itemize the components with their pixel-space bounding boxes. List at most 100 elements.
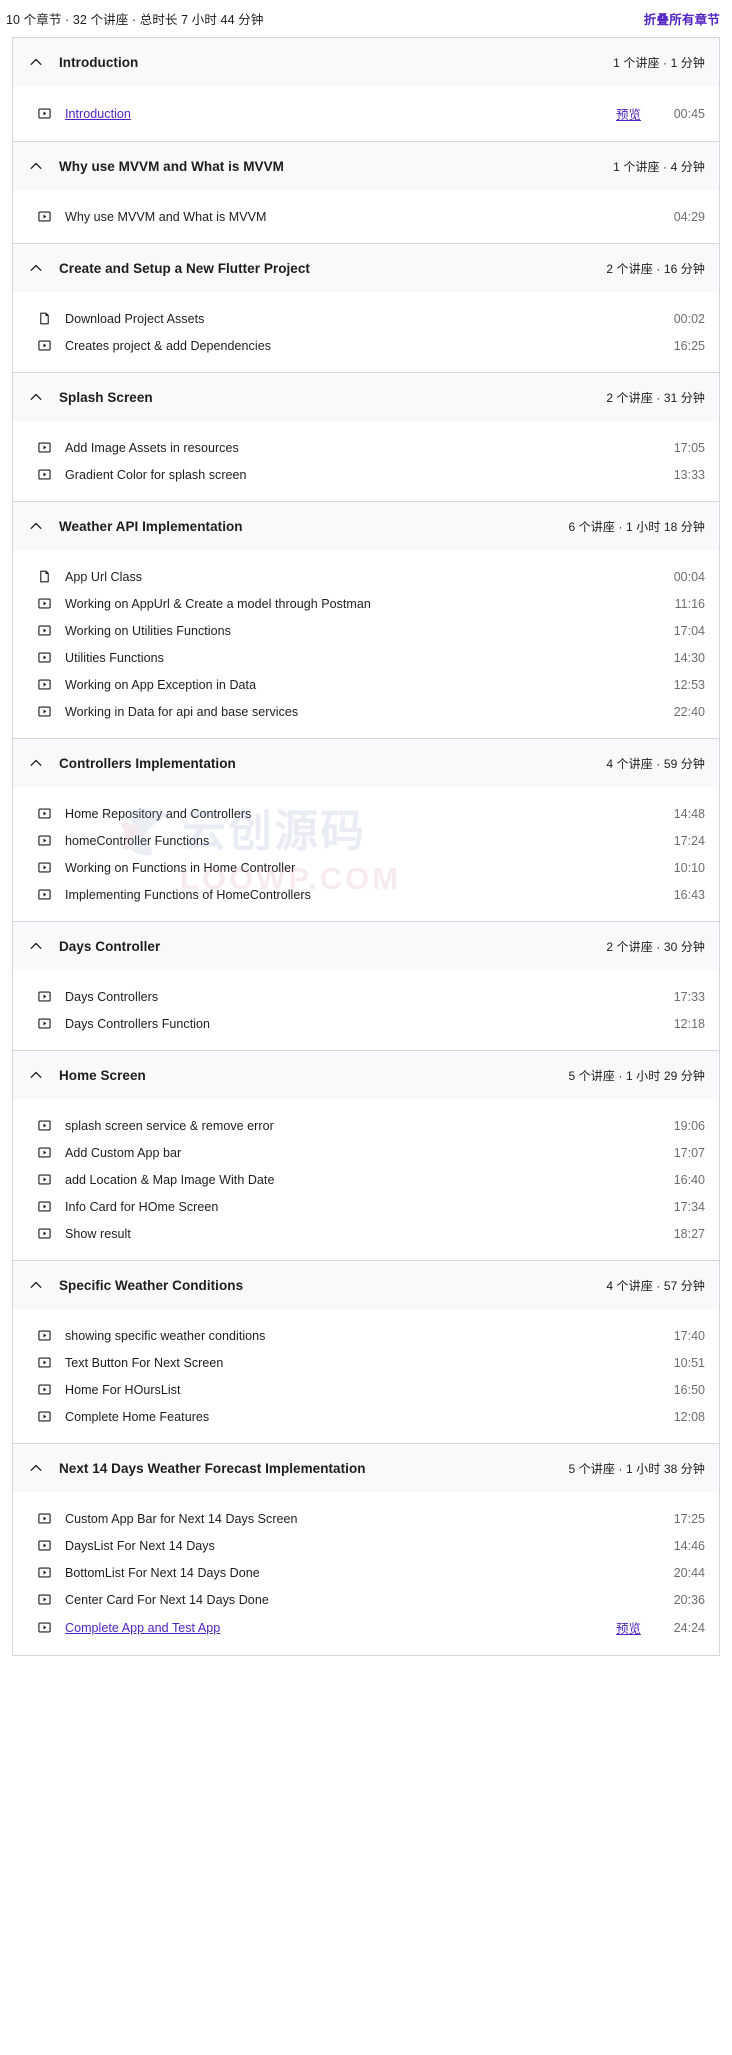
lecture-title: Working on Utilities Functions bbox=[65, 623, 231, 638]
lecture-title: Home For HOursList bbox=[65, 1382, 181, 1397]
lecture-row[interactable]: Why use MVVM and What is MVVM 04:29 bbox=[13, 203, 719, 230]
lecture-title: Implementing Functions of HomeController… bbox=[65, 887, 311, 902]
video-icon bbox=[37, 441, 51, 455]
lecture-row[interactable]: Text Button For Next Screen 10:51 bbox=[13, 1349, 719, 1376]
article-icon bbox=[37, 312, 51, 326]
curriculum-section: Next 14 Days Weather Forecast Implementa… bbox=[13, 1444, 719, 1655]
lecture-title: App Url Class bbox=[65, 569, 143, 584]
lecture-title: Text Button For Next Screen bbox=[65, 1355, 224, 1370]
curriculum-list: Introduction 1 个讲座 · 1 分钟 Introduction 预览 00… bbox=[12, 37, 720, 1656]
lecture-row[interactable]: Working on Functions in Home Controller 1… bbox=[13, 854, 719, 881]
lecture-title: Complete Home Features bbox=[65, 1409, 210, 1424]
lecture-list: Add Image Assets in resources 17:05 Gradie… bbox=[13, 421, 719, 501]
lecture-row[interactable]: Introduction 预览 00:45 bbox=[13, 99, 719, 128]
section-header[interactable]: Home Screen 5 个讲座 · 1 小时 29 分钟 bbox=[13, 1051, 719, 1099]
curriculum-summary-bar: 10 个章节 · 32 个讲座 · 总时长 7 小时 44 分钟 折叠所有章节 bbox=[0, 0, 732, 37]
chevron-up-icon[interactable] bbox=[29, 1461, 43, 1475]
preview-link[interactable]: 预览 bbox=[616, 104, 641, 123]
section-meta: 6 个讲座 · 1 小时 18 分钟 bbox=[568, 519, 705, 534]
section-header[interactable]: Days Controller 2 个讲座 · 30 分钟 bbox=[13, 922, 719, 970]
lecture-row[interactable]: Gradient Color for splash screen 13:33 bbox=[13, 461, 719, 488]
lecture-title: showing specific weather conditions bbox=[65, 1328, 266, 1343]
lecture-row[interactable]: App Url Class 00:04 bbox=[13, 563, 719, 590]
chevron-up-icon[interactable] bbox=[29, 1068, 43, 1082]
lecture-row[interactable]: Show result 18:27 bbox=[13, 1220, 719, 1247]
lecture-list: splash screen service & remove error 19:0… bbox=[13, 1099, 719, 1260]
lecture-list: Introduction 预览 00:45 bbox=[13, 86, 719, 141]
lecture-row[interactable]: Home Repository and Controllers 14:48 bbox=[13, 800, 719, 827]
section-header[interactable]: Specific Weather Conditions 4 个讲座 · 57 分钟 bbox=[13, 1261, 719, 1309]
lecture-duration: 17:24 bbox=[673, 833, 705, 848]
video-icon bbox=[37, 1621, 51, 1635]
lecture-title[interactable]: Complete App and Test App bbox=[65, 1621, 616, 1635]
lecture-title[interactable]: Introduction bbox=[65, 107, 616, 121]
section-title: Why use MVVM and What is MVVM bbox=[59, 158, 284, 174]
lecture-row[interactable]: Working on Utilities Functions 17:04 bbox=[13, 617, 719, 644]
section-header[interactable]: Why use MVVM and What is MVVM 1 个讲座 · 4 分… bbox=[13, 142, 719, 190]
lecture-title: Add Custom App bar bbox=[65, 1145, 182, 1160]
video-icon bbox=[37, 624, 51, 638]
section-header[interactable]: Introduction 1 个讲座 · 1 分钟 bbox=[13, 38, 719, 86]
lecture-duration: 12:08 bbox=[673, 1409, 705, 1424]
lecture-title: Add Image Assets in resources bbox=[65, 440, 239, 455]
lecture-row[interactable]: Add Image Assets in resources 17:05 bbox=[13, 434, 719, 461]
lecture-row[interactable]: showing specific weather conditions 17:40 bbox=[13, 1322, 719, 1349]
curriculum-section: Specific Weather Conditions 4 个讲座 · 57 分钟… bbox=[13, 1261, 719, 1444]
lecture-row[interactable]: Download Project Assets 00:02 bbox=[13, 305, 719, 332]
lecture-row[interactable]: Complete Home Features 12:08 bbox=[13, 1403, 719, 1430]
video-icon bbox=[37, 1383, 51, 1397]
lecture-duration: 14:46 bbox=[673, 1538, 705, 1553]
lecture-row[interactable]: Creates project & add Dependencies 16:25 bbox=[13, 332, 719, 359]
lecture-title: Working in Data for api and base service… bbox=[65, 704, 299, 719]
lecture-row[interactable]: Info Card for HOme Screen 17:34 bbox=[13, 1193, 719, 1220]
lecture-title: Working on AppUrl & Create a model throu… bbox=[65, 596, 371, 611]
chevron-up-icon[interactable] bbox=[29, 756, 43, 770]
lecture-duration: 17:04 bbox=[673, 623, 705, 638]
lecture-duration: 20:36 bbox=[673, 1592, 705, 1607]
lecture-row[interactable]: add Location & Map Image With Date 16:40 bbox=[13, 1166, 719, 1193]
lecture-duration: 00:04 bbox=[673, 569, 705, 584]
chevron-up-icon[interactable] bbox=[29, 519, 43, 533]
chevron-up-icon[interactable] bbox=[29, 1278, 43, 1292]
lecture-row[interactable]: Add Custom App bar 17:07 bbox=[13, 1139, 719, 1166]
lecture-row[interactable]: Custom App Bar for Next 14 Days Screen 17… bbox=[13, 1505, 719, 1532]
lecture-row[interactable]: DaysList For Next 14 Days 14:46 bbox=[13, 1532, 719, 1559]
chevron-up-icon[interactable] bbox=[29, 55, 43, 69]
section-header[interactable]: Weather API Implementation 6 个讲座 · 1 小时 1… bbox=[13, 502, 719, 550]
lecture-duration: 10:51 bbox=[673, 1355, 705, 1370]
lecture-title: Center Card For Next 14 Days Done bbox=[65, 1592, 269, 1607]
lecture-duration: 17:07 bbox=[673, 1145, 705, 1160]
chevron-up-icon[interactable] bbox=[29, 261, 43, 275]
section-title: Splash Screen bbox=[59, 389, 153, 405]
section-header[interactable]: Create and Setup a New Flutter Project 2 … bbox=[13, 244, 719, 292]
section-header[interactable]: Next 14 Days Weather Forecast Implementa… bbox=[13, 1444, 719, 1492]
lecture-row[interactable]: Implementing Functions of HomeController… bbox=[13, 881, 719, 908]
lecture-row[interactable]: BottomList For Next 14 Days Done 20:44 bbox=[13, 1559, 719, 1586]
collapse-all-sections-button[interactable]: 折叠所有章节 bbox=[644, 9, 720, 28]
chevron-up-icon[interactable] bbox=[29, 159, 43, 173]
lecture-duration: 00:02 bbox=[673, 311, 705, 326]
lecture-row[interactable]: homeController Functions 17:24 bbox=[13, 827, 719, 854]
lecture-title: Why use MVVM and What is MVVM bbox=[65, 209, 267, 224]
section-meta: 5 个讲座 · 1 小时 29 分钟 bbox=[568, 1068, 705, 1083]
lecture-row[interactable]: Working on AppUrl & Create a model throu… bbox=[13, 590, 719, 617]
lecture-title: Download Project Assets bbox=[65, 311, 205, 326]
course-summary-text: 10 个章节 · 32 个讲座 · 总时长 7 小时 44 分钟 bbox=[6, 12, 264, 27]
chevron-up-icon[interactable] bbox=[29, 390, 43, 404]
lecture-duration: 17:40 bbox=[673, 1328, 705, 1343]
lecture-row[interactable]: splash screen service & remove error 19:0… bbox=[13, 1112, 719, 1139]
lecture-row[interactable]: Days Controllers 17:33 bbox=[13, 983, 719, 1010]
lecture-row[interactable]: Complete App and Test App 预览 24:24 bbox=[13, 1613, 719, 1642]
lecture-row[interactable]: Center Card For Next 14 Days Done 20:36 bbox=[13, 1586, 719, 1613]
video-icon bbox=[37, 1410, 51, 1424]
lecture-row[interactable]: Working in Data for api and base service… bbox=[13, 698, 719, 725]
lecture-row[interactable]: Working on App Exception in Data 12:53 bbox=[13, 671, 719, 698]
lecture-row[interactable]: Utilities Functions 14:30 bbox=[13, 644, 719, 671]
chevron-up-icon[interactable] bbox=[29, 939, 43, 953]
preview-link[interactable]: 预览 bbox=[616, 1618, 641, 1637]
lecture-row[interactable]: Days Controllers Function 12:18 bbox=[13, 1010, 719, 1037]
lecture-row[interactable]: Home For HOursList 16:50 bbox=[13, 1376, 719, 1403]
lecture-title: Custom App Bar for Next 14 Days Screen bbox=[65, 1511, 298, 1526]
section-header[interactable]: Controllers Implementation 4 个讲座 · 59 分钟 bbox=[13, 739, 719, 787]
section-header[interactable]: Splash Screen 2 个讲座 · 31 分钟 bbox=[13, 373, 719, 421]
